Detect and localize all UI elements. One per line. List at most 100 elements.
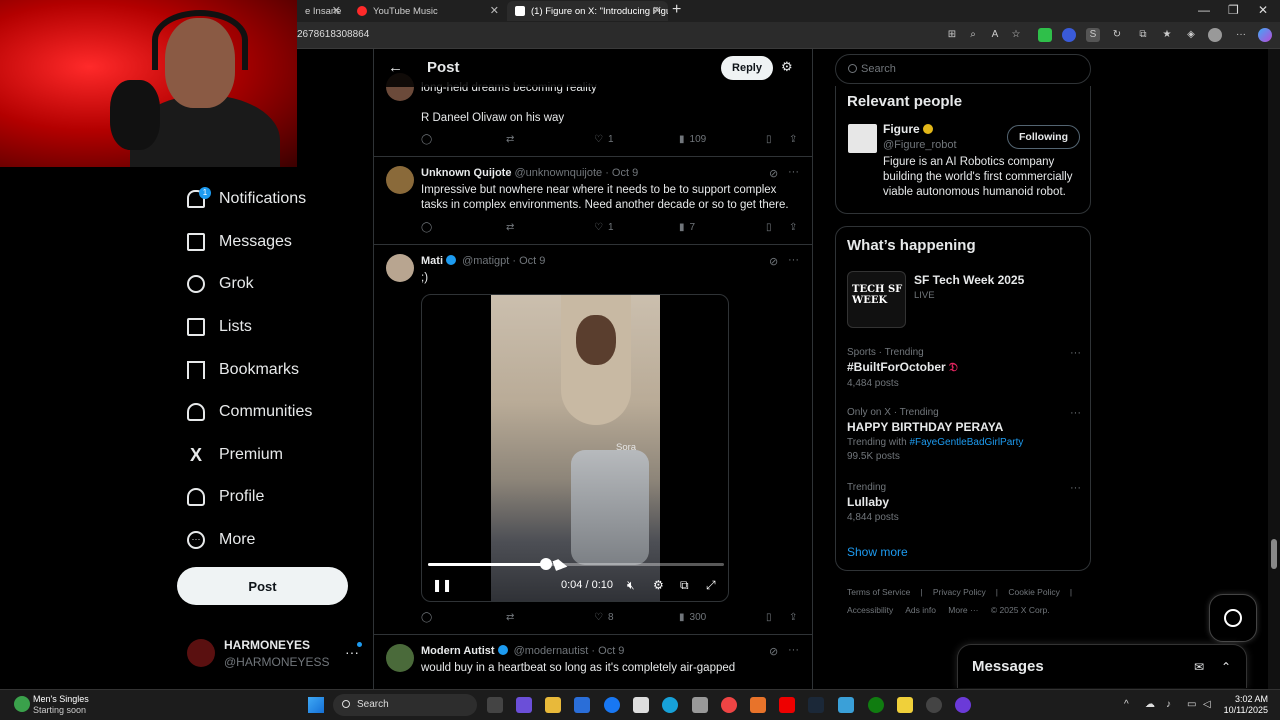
trend-item[interactable]: Sports · Trending #BuiltForOctober 𝔇 4,4… [847, 347, 1083, 389]
bookmark-icon[interactable]: ▯ [766, 134, 772, 145]
monitor-icon[interactable]: ▭ [1187, 699, 1196, 710]
widget-title[interactable]: Men's Singles [33, 694, 89, 704]
expand-chevron-icon[interactable]: ⌃ [1221, 660, 1231, 674]
grok-floating-button[interactable] [1209, 594, 1257, 642]
search-box[interactable]: Search [835, 54, 1091, 84]
filter-settings-icon[interactable]: ⚙ [781, 59, 793, 75]
bookmark-icon[interactable]: ▯ [766, 612, 772, 623]
xbox-icon[interactable] [868, 697, 884, 713]
favorite-star-icon[interactable]: ☆ [1009, 28, 1023, 42]
accessibility-link[interactable]: Accessibility [847, 605, 893, 615]
tweet-date[interactable]: · Oct 9 [605, 167, 638, 179]
video-progress-bar[interactable] [428, 558, 724, 570]
tweet-date[interactable]: · Oct 9 [591, 645, 624, 657]
more-dots-icon[interactable]: ··· [788, 254, 799, 266]
close-window-icon[interactable]: ✕ [1258, 3, 1268, 17]
extension-green-icon[interactable] [1038, 28, 1052, 42]
extension-blue-icon[interactable] [1062, 28, 1076, 42]
share-icon[interactable]: ⇪ [789, 222, 797, 233]
nav-premium[interactable]: X Premium [187, 440, 283, 470]
minimize-icon[interactable]: — [1198, 3, 1210, 17]
like-button[interactable]: ♡ 1 [594, 134, 614, 145]
reply-icon[interactable]: ◯ [421, 612, 432, 623]
volume-icon[interactable]: ◁ [1203, 699, 1211, 710]
microphone-icon[interactable]: ♪ [1166, 699, 1171, 710]
vlc-icon[interactable] [750, 697, 766, 713]
avatar[interactable] [386, 254, 414, 282]
trend-item[interactable]: Trending Lullaby 4,844 posts ··· [847, 482, 1083, 523]
file-explorer-icon[interactable] [545, 697, 561, 713]
tweet-item[interactable]: Mati @matigpt · Oct 9 ⊘ ··· ;) Sora ❚❚ 0… [374, 245, 812, 635]
tab-insane[interactable]: e Insane ✕ [297, 1, 347, 21]
app-icon[interactable] [838, 697, 854, 713]
grok-icon[interactable]: ⊘ [769, 645, 778, 658]
nav-notifications[interactable]: 1 Notifications [187, 184, 306, 214]
reply-icon[interactable]: ◯ [421, 222, 432, 233]
chevron-up-icon[interactable]: ^ [1124, 699, 1129, 710]
clock-time[interactable]: 3:02 AM [1224, 694, 1268, 704]
views-button[interactable]: ▮ 109 [679, 134, 706, 145]
scrollbar-thumb[interactable] [1271, 539, 1277, 569]
ads-info-link[interactable]: Ads info [905, 605, 936, 615]
avatar[interactable] [848, 124, 877, 153]
url-field[interactable]: 2678618308864 [297, 29, 369, 40]
more-dots-icon[interactable]: ··· [1070, 407, 1081, 419]
new-tab-icon[interactable]: + [672, 1, 681, 19]
nav-bookmarks[interactable]: Bookmarks [187, 355, 299, 385]
close-tab-icon[interactable]: ✕ [332, 4, 341, 17]
sports-widget-icon[interactable] [14, 696, 30, 712]
nav-grok[interactable]: Grok [187, 269, 254, 299]
nav-more[interactable]: ··· More [187, 525, 255, 555]
taskbar-search[interactable]: Search [333, 694, 477, 716]
mute-icon[interactable]: 🔇︎ [627, 578, 635, 593]
author-name[interactable]: Unknown Quijote [421, 167, 511, 179]
views-button[interactable]: ▮ 7 [679, 222, 695, 233]
video-player[interactable]: Sora ❚❚ 0:04 / 0:10 🔇︎ ⚙ ⧉ ⤢ [421, 294, 729, 602]
menu-dots-icon[interactable]: ··· [1234, 28, 1248, 42]
person-name[interactable]: Figure [883, 122, 933, 136]
copilot-app-icon[interactable] [516, 697, 532, 713]
share-icon[interactable]: ⇪ [789, 134, 797, 145]
close-tab-icon[interactable]: ✕ [653, 4, 662, 17]
person-handle[interactable]: @Figure_robot [883, 139, 957, 151]
tweet-date[interactable]: · Oct 9 [512, 255, 545, 267]
author-name[interactable]: Mati [421, 255, 443, 267]
share-icon[interactable]: ⇪ [789, 612, 797, 623]
grok-icon[interactable]: ⊘ [769, 255, 778, 268]
repost-icon[interactable]: ⇄ [506, 134, 514, 145]
tweet-item[interactable]: Unknown Quijote @unknownquijote · Oct 9 … [374, 157, 812, 245]
avatar[interactable] [386, 644, 414, 672]
maximize-icon[interactable]: ❐ [1228, 3, 1239, 17]
cloud-icon[interactable]: ☁ [1145, 699, 1155, 710]
obs-icon[interactable] [926, 697, 942, 713]
app-purple-icon[interactable] [955, 697, 971, 713]
nav-profile[interactable]: Profile [187, 482, 264, 512]
author-name[interactable]: Modern Autist [421, 645, 495, 657]
search-input[interactable]: Search [861, 63, 896, 75]
repost-icon[interactable]: ⇄ [506, 222, 514, 233]
extension-s-icon[interactable]: S [1086, 28, 1100, 42]
facebook-icon[interactable] [604, 697, 620, 713]
bookmark-icon[interactable]: ▯ [766, 222, 772, 233]
following-button[interactable]: Following [1007, 125, 1080, 149]
tab-figure-x[interactable]: (1) Figure on X: "Introducing Figu ✕ [507, 1, 668, 21]
avatar[interactable] [386, 166, 414, 194]
picture-in-picture-icon[interactable]: ⧉ [680, 578, 689, 593]
like-button[interactable]: ♡ 8 [594, 612, 614, 623]
steam-icon[interactable] [808, 697, 824, 713]
youtube-icon[interactable] [779, 697, 795, 713]
author-handle[interactable]: @matigpt [462, 255, 509, 267]
tab-youtube-music[interactable]: YouTube Music ✕ [349, 1, 505, 21]
event-item[interactable]: SF Tech Week 2025 LIVE [914, 273, 1024, 301]
more-link[interactable]: More ··· [948, 605, 978, 615]
read-aloud-icon[interactable]: A [988, 28, 1002, 42]
grok-icon[interactable]: ⊘ [769, 167, 778, 180]
split-screen-icon[interactable]: ⧉ [1136, 28, 1150, 42]
event-thumbnail[interactable]: TECH SF WEEK [847, 271, 906, 328]
author-handle[interactable]: @unknownquijote [515, 167, 603, 179]
close-tab-icon[interactable]: ✕ [490, 4, 499, 17]
nav-lists[interactable]: Lists [187, 312, 252, 342]
author-handle[interactable]: @modernautist [514, 645, 589, 657]
zoom-icon[interactable]: ⌕ [966, 28, 980, 42]
app-view-icon[interactable]: ⊞ [945, 28, 959, 42]
